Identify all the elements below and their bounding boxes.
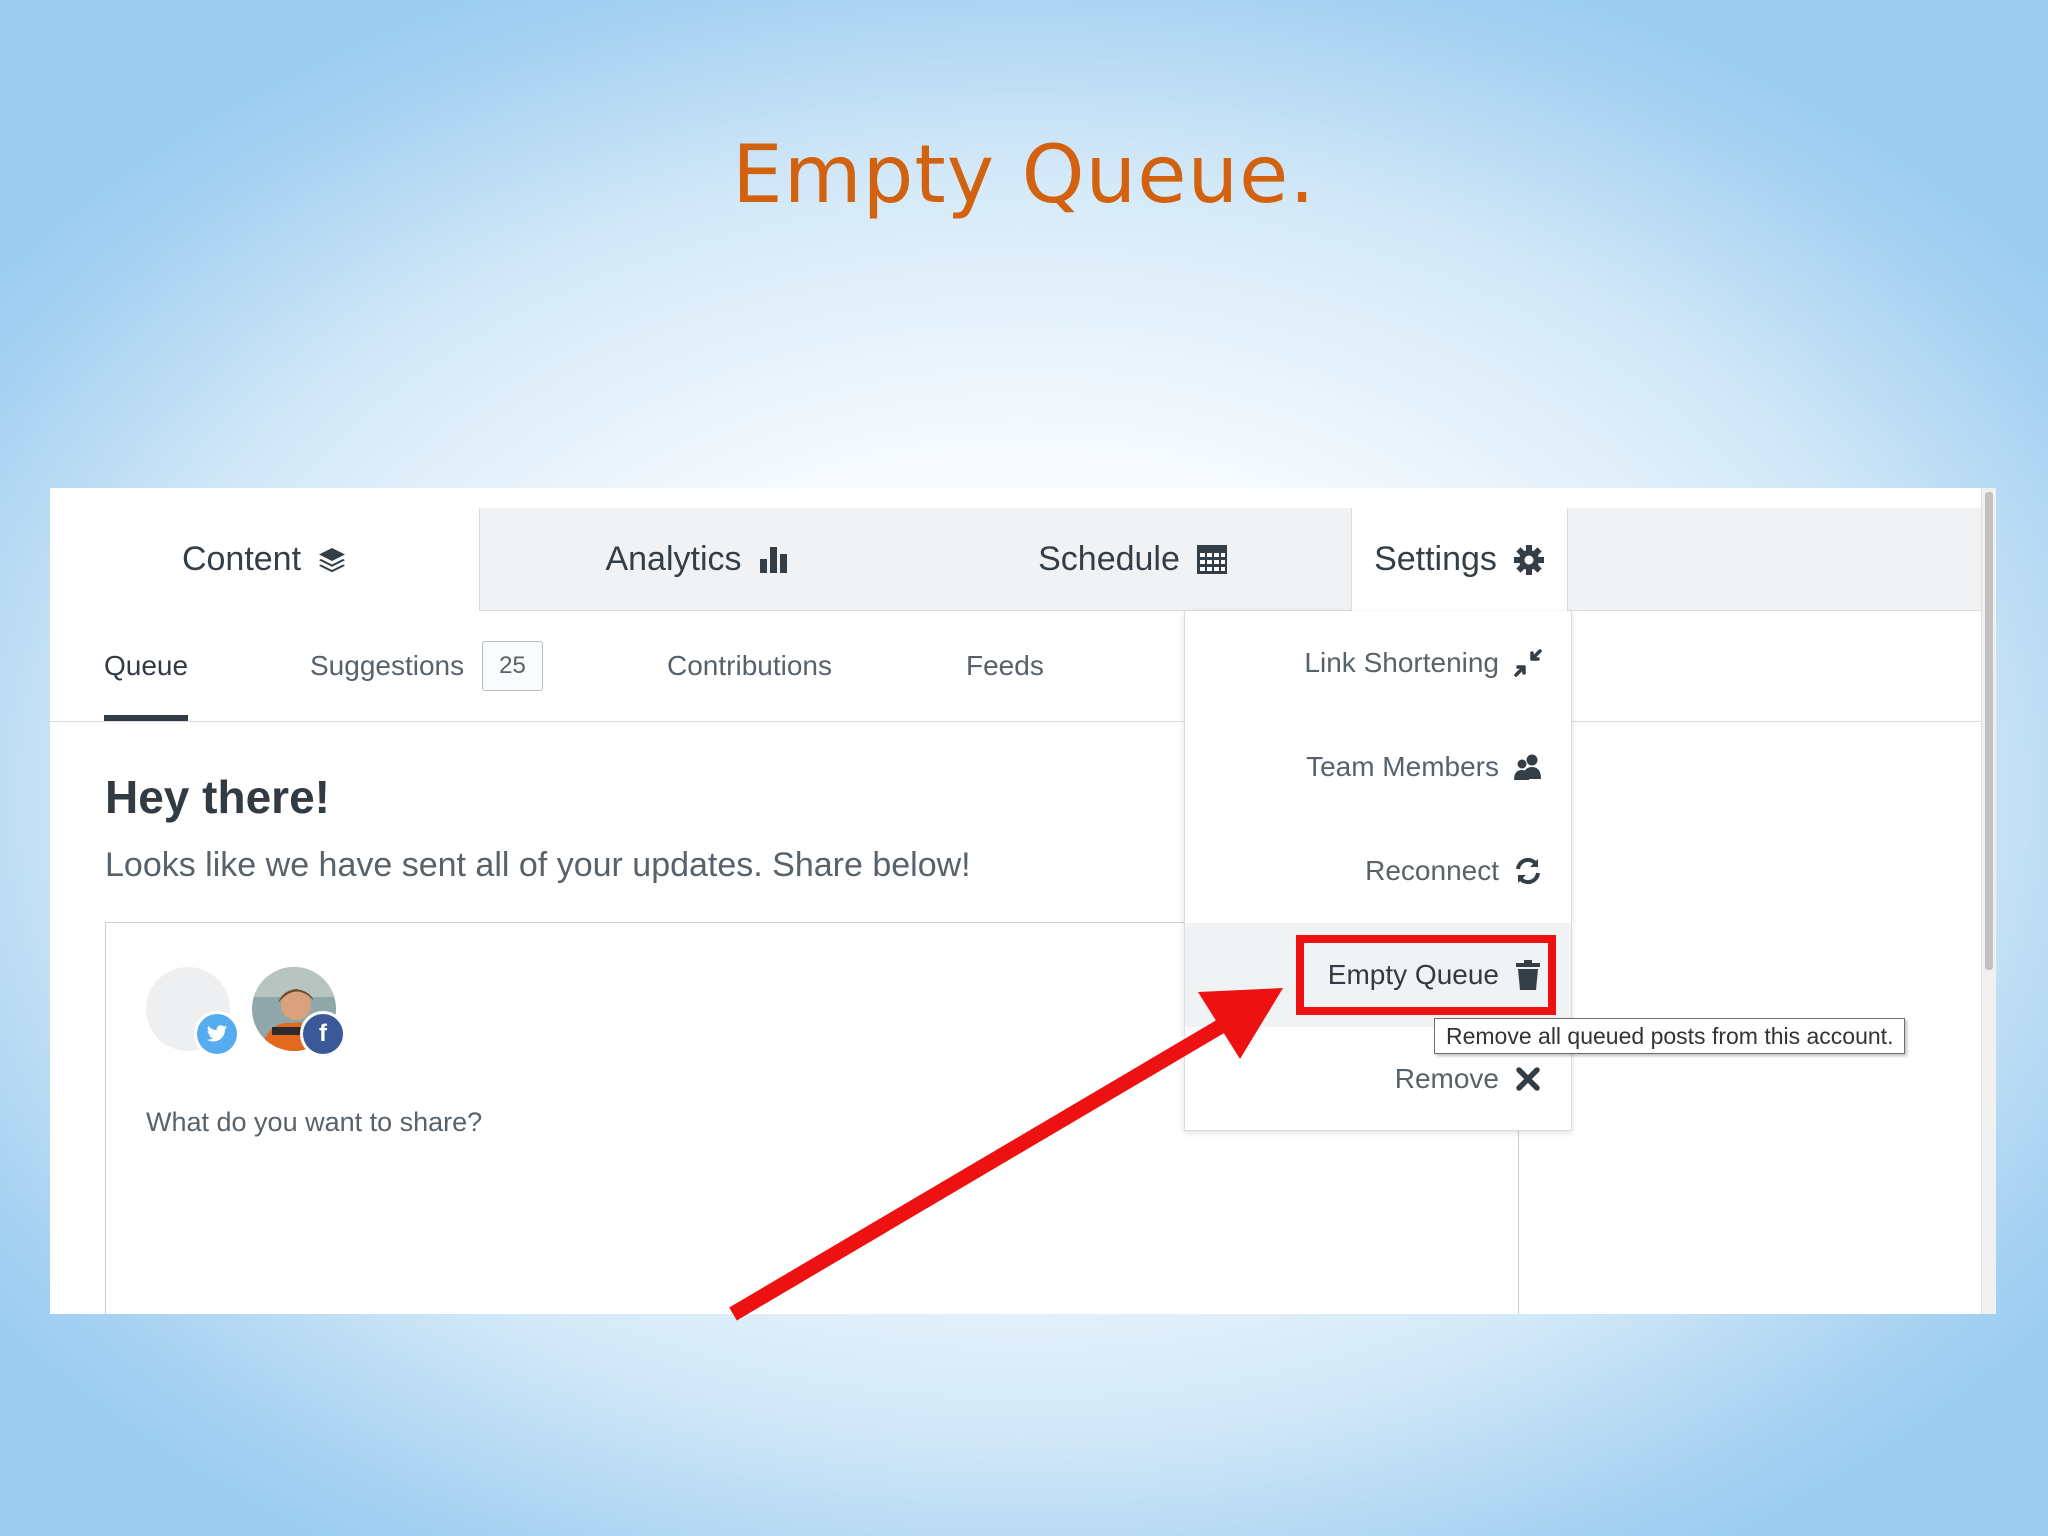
- refresh-icon: [1513, 856, 1543, 886]
- sub-tabs: Queue Suggestions 25 Contributions Feeds: [50, 611, 1982, 722]
- tab-content-label: Content: [181, 540, 302, 578]
- subtab-queue[interactable]: Queue: [104, 611, 189, 721]
- gear-icon: [1513, 544, 1545, 576]
- tab-analytics[interactable]: Analytics: [479, 508, 915, 610]
- subtab-suggestions[interactable]: Suggestions 25: [310, 611, 543, 721]
- subtab-contributions-label: Contributions: [667, 650, 832, 681]
- menu-item-label: Remove: [1394, 1063, 1499, 1094]
- calendar-icon: [1196, 543, 1228, 575]
- twitter-icon: [194, 1011, 240, 1057]
- subtab-contributions[interactable]: Contributions: [667, 611, 832, 721]
- subtab-suggestions-label: Suggestions: [310, 650, 465, 681]
- subtab-queue-label: Queue: [104, 650, 189, 681]
- app-screenshot: Content Analytics Schedule Settings Queu…: [50, 488, 1996, 1314]
- facebook-icon: f: [300, 1011, 346, 1057]
- empty-queue-message: Looks like we have sent all of your upda…: [105, 846, 971, 884]
- scrollbar-thumb[interactable]: [1985, 492, 1993, 970]
- team-icon: [1513, 753, 1543, 781]
- empty-queue-tooltip: Remove all queued posts from this accoun…: [1434, 1018, 1906, 1054]
- close-icon: [1513, 1066, 1543, 1092]
- menu-item-reconnect[interactable]: Reconnect: [1185, 819, 1571, 923]
- composer-placeholder[interactable]: What do you want to share?: [146, 1107, 482, 1138]
- subtab-feeds-label: Feeds: [966, 650, 1044, 681]
- slide-title: Empty Queue.: [732, 128, 1316, 221]
- menu-item-label: Reconnect: [1365, 855, 1499, 886]
- compress-icon: [1513, 649, 1543, 677]
- menu-item-link-shortening[interactable]: Link Shortening: [1185, 611, 1571, 715]
- tab-settings[interactable]: Settings: [1351, 508, 1568, 611]
- top-strip: [50, 488, 1996, 509]
- menu-item-label: Team Members: [1306, 751, 1499, 782]
- tab-settings-label: Settings: [1374, 540, 1497, 578]
- tab-analytics-label: Analytics: [605, 539, 742, 578]
- main-tabs: Content Analytics Schedule Settings: [50, 508, 1982, 611]
- tab-schedule[interactable]: Schedule: [915, 508, 1351, 610]
- greeting-heading: Hey there!: [105, 771, 330, 823]
- tab-schedule-label: Schedule: [1038, 539, 1180, 578]
- scrollbar[interactable]: [1981, 488, 1996, 1314]
- menu-item-team-members[interactable]: Team Members: [1185, 715, 1571, 819]
- tab-content[interactable]: Content: [50, 508, 479, 611]
- suggestions-count-badge: 25: [482, 641, 543, 691]
- highlight-box: [1296, 935, 1556, 1015]
- menu-item-label: Link Shortening: [1304, 647, 1499, 678]
- active-tab-underline: [104, 715, 189, 721]
- subtab-feeds[interactable]: Feeds: [966, 611, 1044, 721]
- bar-chart-icon: [758, 543, 790, 575]
- layers-icon: [317, 545, 347, 575]
